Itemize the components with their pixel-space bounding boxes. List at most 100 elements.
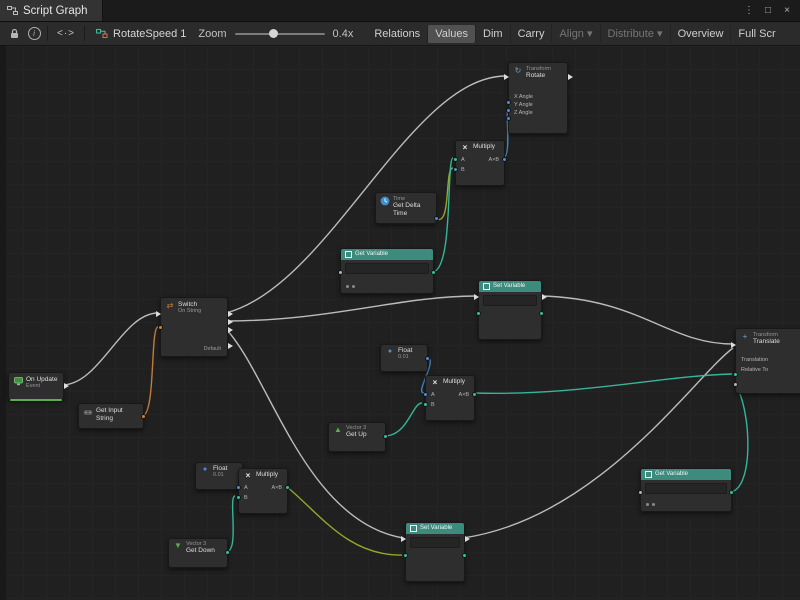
value-in-port[interactable] [476, 311, 481, 316]
tab-script-graph[interactable]: Script Graph [0, 0, 103, 21]
branch-out-port-3[interactable] [228, 327, 233, 333]
graph-toolbar: i <·> RotateSpeed 1 Zoom 0.4x Relations … [0, 22, 800, 46]
window-maximize-button[interactable]: □ [760, 3, 776, 18]
graph-canvas[interactable]: On Update Event Get Input String ⇄ S [0, 46, 800, 600]
value-out-port[interactable] [539, 311, 544, 316]
wire-deltatime-to-multiply-top[interactable] [435, 168, 453, 220]
node-title: Get Up [346, 431, 367, 438]
mini-port[interactable] [646, 503, 649, 506]
control-out-port[interactable] [542, 294, 547, 300]
vector-out-port[interactable] [225, 550, 230, 555]
multiply-icon: × [243, 471, 253, 481]
value-out-port[interactable] [431, 270, 436, 275]
product-out-port[interactable] [285, 485, 290, 490]
control-in-port[interactable] [156, 311, 161, 317]
input-b-port[interactable] [453, 167, 458, 172]
window-menu-button[interactable]: ⋮ [741, 3, 757, 18]
full-screen-button[interactable]: Full Scr [730, 25, 782, 43]
distribute-dropdown[interactable]: Distribute ▾ [600, 24, 670, 43]
node-multiply-bottom[interactable]: × Multiply A A×B B [238, 468, 288, 514]
info-button[interactable]: i [24, 25, 44, 43]
relations-button[interactable]: Relations [367, 25, 427, 43]
variable-name-field[interactable] [645, 483, 727, 494]
branch-out-port-2[interactable] [228, 319, 233, 325]
input-b-port[interactable] [423, 402, 428, 407]
overview-button[interactable]: Overview [670, 25, 731, 43]
value-out-port[interactable] [729, 490, 734, 495]
control-out-port[interactable] [64, 383, 69, 389]
node-vector3-get-down[interactable]: ▼ Vector 3 Get Down [168, 538, 228, 568]
z-angle-port[interactable] [506, 116, 511, 121]
node-switch-on-string[interactable]: ⇄ Switch On String Default [160, 297, 228, 357]
variable-name-field[interactable] [483, 295, 537, 306]
wire-getup-to-multiply-mid[interactable] [384, 403, 422, 436]
product-out-port[interactable] [502, 157, 507, 162]
control-in-port[interactable] [504, 74, 509, 80]
node-get-input-string[interactable]: Get Input String [78, 403, 144, 429]
input-a-port[interactable] [236, 485, 241, 490]
y-angle-port[interactable] [506, 108, 511, 113]
relative-to-in-port[interactable] [733, 382, 738, 387]
output-label: A×B [458, 392, 469, 398]
node-translate[interactable]: + Transform Translate Translation Relati… [735, 328, 800, 394]
wire-getinput-to-switch[interactable] [142, 327, 158, 416]
mini-port[interactable] [352, 285, 355, 288]
align-dropdown[interactable]: Align ▾ [551, 24, 599, 43]
wire-setvariable-top-to-translate[interactable] [540, 296, 733, 344]
control-out-port[interactable] [568, 74, 573, 80]
window-close-button[interactable]: × [779, 3, 795, 18]
x-angle-port[interactable] [506, 100, 511, 105]
input-b-port[interactable] [236, 495, 241, 500]
node-vector3-get-up[interactable]: ▲ Vector 3 Get Up [328, 422, 386, 452]
wire-multiply-bottom-to-setvariable-bottom[interactable] [286, 486, 402, 555]
value-in-port[interactable] [403, 553, 408, 558]
dim-button[interactable]: Dim [475, 25, 510, 43]
control-in-port[interactable] [474, 294, 479, 300]
branch-out-port-1[interactable] [228, 311, 233, 317]
node-float-top[interactable]: ● Float 0.01 [380, 344, 428, 372]
node-set-variable-bottom[interactable]: Set Variable [405, 522, 465, 582]
variable-name-field[interactable] [345, 263, 429, 274]
selector-in-port[interactable] [158, 325, 163, 330]
default-out-port[interactable] [228, 343, 233, 349]
node-get-delta-time[interactable]: Time Get Delta Time [375, 192, 437, 224]
zoom-to-fit-button[interactable]: <·> [51, 25, 81, 43]
control-out-port[interactable] [465, 536, 470, 542]
node-title: Switch [178, 301, 201, 308]
input-a-port[interactable] [453, 157, 458, 162]
lock-button[interactable] [4, 25, 24, 43]
values-button[interactable]: Values [427, 25, 475, 43]
input-a-port[interactable] [423, 392, 428, 397]
node-title: Float [398, 347, 412, 354]
float-out-port[interactable] [425, 356, 430, 361]
node-get-variable-top[interactable]: Get Variable [340, 248, 434, 294]
mini-port[interactable] [652, 503, 655, 506]
mini-port[interactable] [346, 285, 349, 288]
name-in-port[interactable] [638, 490, 643, 495]
node-rotate[interactable]: ↻ Transform Rotate X Angle Y Angle Z Ang… [508, 62, 568, 134]
node-multiply-top[interactable]: × Multiply A A×B B [455, 140, 505, 186]
carry-button[interactable]: Carry [510, 25, 552, 43]
node-on-update[interactable]: On Update Event [8, 372, 64, 400]
variable-name-field[interactable] [410, 537, 460, 548]
zoom-to-fit-icon: <·> [57, 28, 75, 39]
graph-breadcrumb[interactable]: RotateSpeed 1 [88, 28, 194, 40]
node-multiply-mid[interactable]: × Multiply A A×B B [425, 375, 475, 421]
node-get-variable-right[interactable]: Get Variable [640, 468, 732, 512]
zoom-slider-knob[interactable] [269, 29, 278, 38]
product-out-port[interactable] [472, 392, 477, 397]
value-out-port[interactable] [462, 553, 467, 558]
control-in-port[interactable] [401, 536, 406, 542]
name-in-port[interactable] [338, 270, 343, 275]
float-out-port[interactable] [434, 216, 439, 221]
vector-out-port[interactable] [383, 434, 388, 439]
node-set-variable-top[interactable]: Set Variable [478, 280, 542, 340]
wire-getvariable-right-to-translate[interactable] [730, 384, 748, 492]
wire-switch-to-setvariable-top[interactable] [226, 296, 476, 321]
translation-in-port[interactable] [733, 372, 738, 377]
wire-multiply-mid-to-translate[interactable] [473, 374, 732, 393]
zoom-slider[interactable] [235, 33, 325, 35]
string-out-port[interactable] [141, 414, 146, 419]
wire-onupdate-to-switch[interactable] [62, 313, 158, 385]
control-in-port[interactable] [731, 342, 736, 348]
